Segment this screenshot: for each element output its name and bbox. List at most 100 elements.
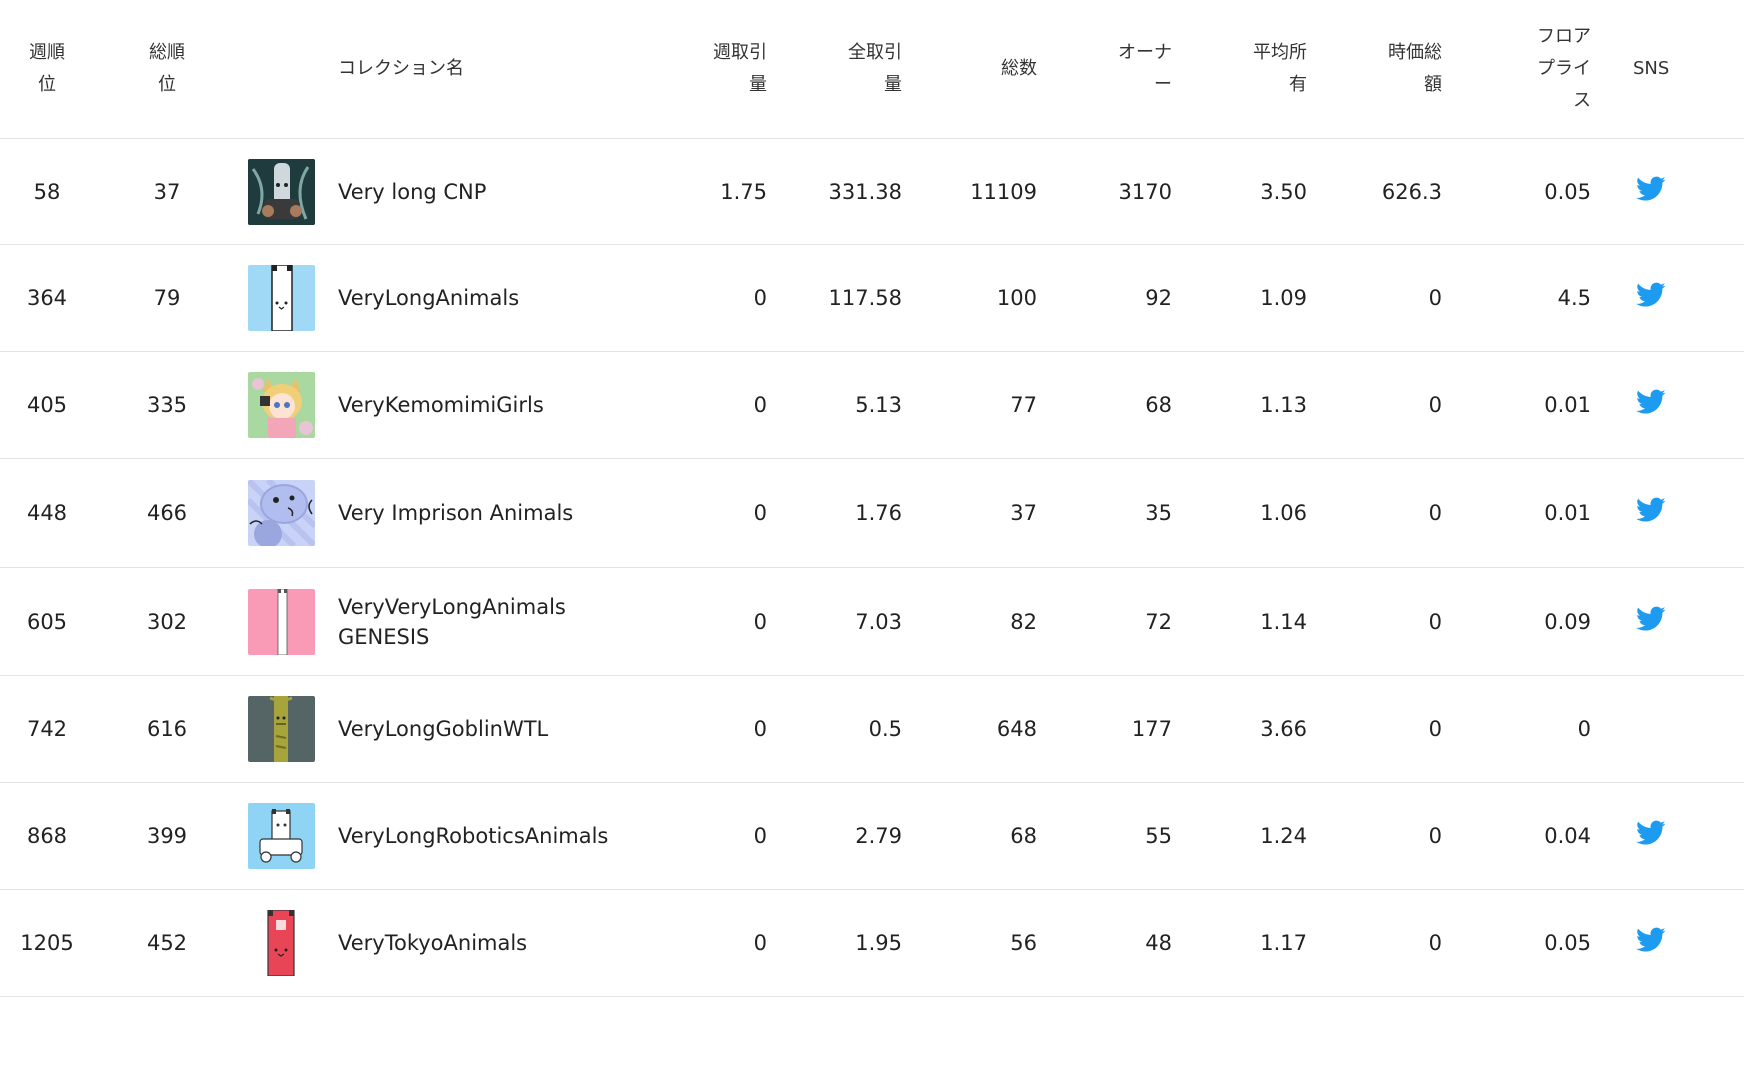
collection-name-link[interactable]: Very long CNP [338,139,668,244]
table-row[interactable]: 868 399 VeryLongRoboticsAnimals 0 2.79 68 55 1.… [0,783,1744,890]
table-row[interactable]: 742 616 VeryLongGoblinWTL 0 0.5 648 177 3.66 0 0 [0,676,1744,783]
table-header: 週順 位 総順 位 コレクション名 週取引 量 全取引 量 総数 オーナ ー 平… [0,0,1744,139]
week-rank-cell: 868 [0,783,94,889]
weekly-volume-cell: 0 [668,783,767,889]
pink-long-animal-thumbnail[interactable] [247,588,315,655]
all-volume-cell-value: 5.13 [855,393,902,417]
total-rank-cell-value: 399 [146,824,188,848]
collection-name-link-value: VeryLongAnimals [338,286,520,310]
table-row[interactable]: 58 37 Very long CNP 1.75 331.38 11109 3170 3.50… [0,139,1744,245]
total-rank-cell: 452 [110,890,224,996]
total-rank-cell-value: 452 [146,931,188,955]
total-count-cell: 648 [902,676,1037,782]
header-total-count[interactable]: 総数 [902,0,1037,138]
floor-price-cell: 0.01 [1442,459,1591,567]
total-count-cell-value: 82 [1010,609,1037,634]
weekly-volume-cell-value: 0 [753,931,767,955]
header-owners[interactable]: オーナ ー [1037,0,1172,138]
twitter-icon[interactable] [1633,826,1666,846]
collection-thumbnail-cell[interactable] [247,783,315,889]
collection-name-link[interactable]: VeryVeryLongAnimals GENESIS [338,568,668,675]
total-count-cell-value: 648 [996,717,1037,741]
collection-name-link[interactable]: VeryTokyoAnimals [338,890,668,996]
avg-holding-cell-value: 3.50 [1260,179,1307,204]
avg-holding-cell: 1.14 [1172,568,1307,675]
week-rank-cell: 742 [0,676,94,782]
collection-name-link[interactable]: VeryLongAnimals [338,245,668,351]
twitter-icon[interactable] [1633,612,1666,632]
total-rank-cell-value: 79 [153,286,181,310]
table-row[interactable]: 1205 452 VeryTokyoAnimals 0 1.95 56 48 1.17 0 0.0… [0,890,1744,997]
sns-cell [1633,352,1723,458]
collection-name-link[interactable]: VeryLongGoblinWTL [338,676,668,782]
tokyo-animal-thumbnail[interactable] [247,910,315,976]
collection-name-link[interactable]: VeryKemomimiGirls [338,352,668,458]
robotics-animal-thumbnail[interactable] [247,803,315,869]
header-avg-holding[interactable]: 平均所 有 [1172,0,1307,138]
market-cap-cell: 0 [1307,783,1442,889]
all-volume-cell: 117.58 [767,245,902,351]
week-rank-cell-value: 742 [26,717,68,741]
header-sns-label: SNS [1633,58,1670,79]
header-floor-price[interactable]: フロア プライ ス [1442,0,1591,138]
floor-price-cell-value: 0.04 [1544,824,1591,848]
table-row[interactable]: 448 466 Very Imprison Animals 0 1.76 37 35 1.06… [0,459,1744,568]
kemonomimi-girl-thumbnail[interactable] [247,372,315,438]
cnp-character-thumbnail[interactable] [247,158,315,225]
collection-thumbnail-cell[interactable] [247,568,315,675]
header-all-volume[interactable]: 全取引 量 [767,0,902,138]
owners-cell: 35 [1037,459,1172,567]
owners-cell-value: 72 [1145,609,1172,634]
twitter-icon[interactable] [1633,182,1666,202]
collection-thumbnail-cell[interactable] [247,245,315,351]
table-row[interactable]: 405 335 VeryKemomimiGirls 0 5.13 77 68 1.13 0 0.0… [0,352,1744,459]
header-total-rank[interactable]: 総順 位 [110,0,224,138]
market-cap-cell: 0 [1307,890,1442,996]
market-cap-cell: 0 [1307,459,1442,567]
owners-cell: 68 [1037,352,1172,458]
table-row[interactable]: 605 302 VeryVeryLongAnimals GENESIS 0 7.03 82… [0,568,1744,676]
sns-cell [1633,245,1723,351]
table-row[interactable]: 364 79 VeryLongAnimals 0 117.58 100 92 1.09 0 4.5 [0,245,1744,352]
avg-holding-cell-value: 1.17 [1260,931,1307,955]
floor-price-cell-value: 0.01 [1544,393,1591,417]
weekly-volume-cell-value: 1.75 [720,179,767,204]
all-volume-cell: 7.03 [767,568,902,675]
avg-holding-cell-value: 3.66 [1260,717,1307,741]
collection-thumbnail-cell[interactable] [247,890,315,996]
total-rank-cell-value: 616 [146,717,188,741]
twitter-icon[interactable] [1633,288,1666,308]
collection-name-link[interactable]: Very Imprison Animals [338,459,668,567]
market-cap-cell: 0 [1307,352,1442,458]
collection-thumbnail-cell[interactable] [247,676,315,782]
collection-ranking-table: 週順 位 総順 位 コレクション名 週取引 量 全取引 量 総数 オーナ ー 平… [0,0,1744,997]
week-rank-cell: 1205 [0,890,94,996]
weekly-volume-cell: 0 [668,890,767,996]
collection-thumbnail-cell[interactable] [247,352,315,458]
week-rank-cell-value: 868 [26,824,68,848]
twitter-icon[interactable] [1633,933,1666,953]
header-market-cap[interactable]: 時価総 額 [1307,0,1442,138]
twitter-icon[interactable] [1633,395,1666,415]
header-week-rank[interactable]: 週順 位 [0,0,94,138]
goblin-thumbnail[interactable] [247,696,315,762]
floor-price-cell-value: 0.09 [1544,609,1591,634]
week-rank-cell-value: 605 [26,609,68,634]
avg-holding-cell-value: 1.14 [1260,609,1307,634]
imprison-seal-thumbnail[interactable] [247,480,315,546]
collection-name-link-value: Very Imprison Animals [338,501,574,525]
collection-name-link[interactable]: VeryLongRoboticsAnimals [338,783,668,889]
collection-thumbnail-cell[interactable] [247,459,315,567]
long-white-animal-thumbnail[interactable] [247,265,315,331]
owners-cell-value: 35 [1145,501,1172,525]
total-rank-cell: 616 [110,676,224,782]
collection-thumbnail-cell[interactable] [247,139,315,244]
all-volume-cell: 0.5 [767,676,902,782]
avg-holding-cell: 3.50 [1172,139,1307,244]
twitter-icon[interactable] [1633,503,1666,523]
header-collection-name[interactable]: コレクション名 [338,0,668,138]
header-weekly-volume[interactable]: 週取引 量 [668,0,767,138]
weekly-volume-cell-value: 0 [753,501,767,525]
floor-price-cell-value: 0.05 [1544,931,1591,955]
header-total-count-label: 総数 [1001,58,1037,79]
